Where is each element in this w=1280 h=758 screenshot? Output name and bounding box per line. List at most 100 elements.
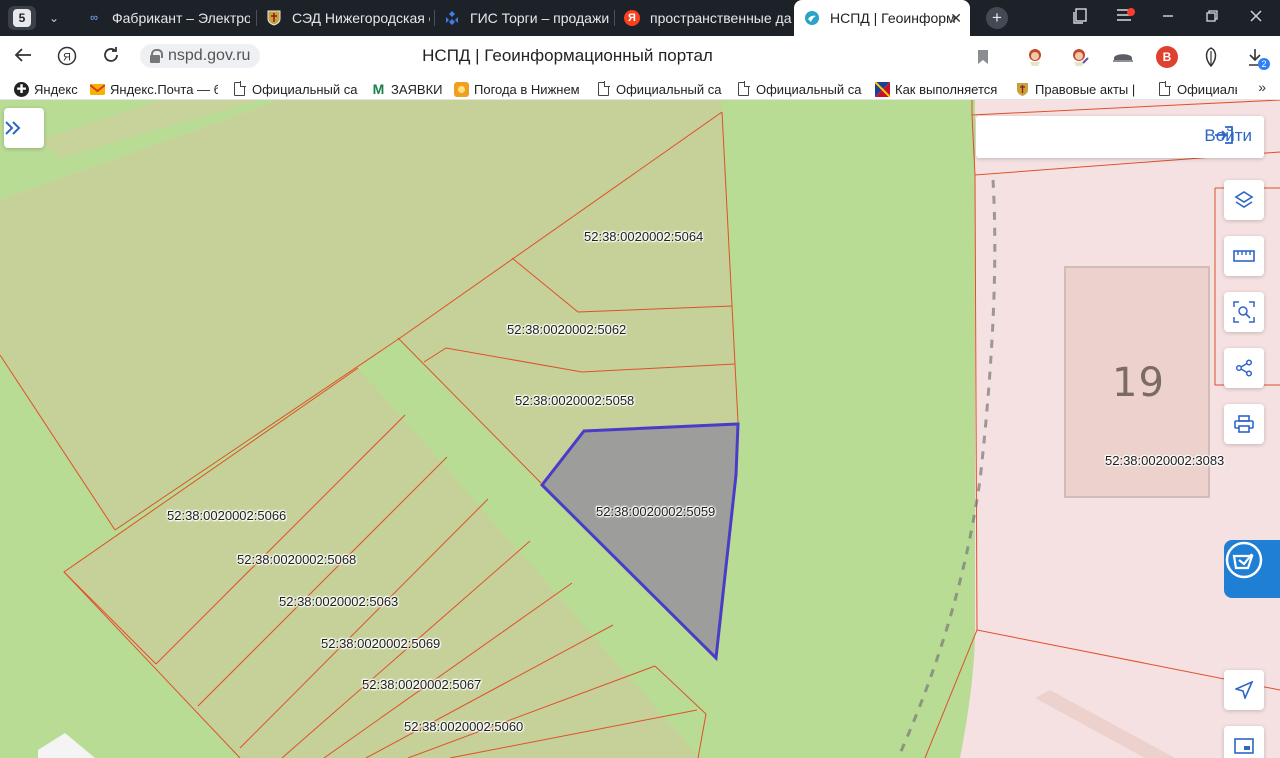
- parcel-label-5058[interactable]: 52:38:0020002:5058: [515, 393, 634, 408]
- bookmark-label: Правовые акты |: [1035, 81, 1136, 97]
- picture-in-picture-icon: [1234, 738, 1254, 754]
- tab-sed[interactable]: СЭД Нижегородская о: [258, 0, 430, 36]
- bookmarks-bar: ✚ Яндекс Яндекс.Почта — б Официальный са…: [0, 76, 1280, 100]
- road-area: [38, 733, 95, 758]
- tab-separator: [614, 10, 615, 26]
- share-icon: [1235, 359, 1253, 377]
- login-button[interactable]: Войти: [1204, 126, 1252, 146]
- parcel-label-5062[interactable]: 52:38:0020002:5062: [507, 322, 626, 337]
- expand-panel-button[interactable]: [4, 108, 44, 148]
- parcel-label-5068[interactable]: 52:38:0020002:5068: [237, 552, 356, 567]
- chevron-down-icon[interactable]: ⌄: [44, 8, 64, 28]
- bookmark-label: Официальный са: [756, 81, 862, 97]
- address-bar: Я nspd.gov.ru НСПД | Геоинформационный п…: [0, 36, 1280, 76]
- bookmark-label: Яндекс.Почта — б: [110, 81, 218, 97]
- bookmark-label: Официальный са: [616, 81, 722, 97]
- coat-of-arms-icon: [1015, 82, 1030, 97]
- bookmark-label: Как выполняется: [895, 81, 998, 97]
- login-panel: Войти: [976, 116, 1264, 158]
- bookmark-item[interactable]: Правовые акты |: [1015, 80, 1143, 98]
- locate-button[interactable]: [1224, 670, 1264, 710]
- coat-of-arms-icon: [266, 10, 282, 26]
- bookmark-item[interactable]: ✚ Яндекс: [14, 80, 84, 98]
- bookmark-label: Официальный са: [252, 81, 358, 97]
- tab-title: пространственные да: [650, 10, 792, 26]
- tab-counter-button[interactable]: 5: [8, 6, 36, 30]
- tab-yandex-spatial[interactable]: Я пространственные да: [616, 0, 792, 36]
- browser-tab-strip: 5 ⌄ ∞ Фабрикант – Электро СЭД Нижегородс…: [0, 0, 1280, 36]
- bookmark-icon[interactable]: [972, 46, 994, 68]
- new-tab-button[interactable]: +: [986, 7, 1008, 29]
- parcel-label-3083[interactable]: 52:38:0020002:3083: [1105, 453, 1224, 468]
- weather-icon: [454, 81, 469, 97]
- mail-icon: [90, 82, 105, 97]
- map-viewport[interactable]: 52:38:0020002:5064 52:38:0020002:5062 52…: [0, 100, 1280, 758]
- extension-girl-pencil-icon[interactable]: [1068, 46, 1090, 68]
- extension-v-icon[interactable]: В: [1156, 46, 1178, 68]
- bookmark-label: ЗАЯВКИ: [391, 81, 443, 97]
- parcel-label-5060[interactable]: 52:38:0020002:5060: [404, 719, 523, 734]
- tab-title: Фабрикант – Электро: [112, 10, 250, 26]
- parcel-label-5067[interactable]: 52:38:0020002:5067: [362, 677, 481, 692]
- parcel-label-5063[interactable]: 52:38:0020002:5063: [279, 594, 398, 609]
- restore-icon[interactable]: [1202, 8, 1222, 28]
- m-logo-icon: M: [372, 81, 385, 97]
- search-area-icon: [1233, 301, 1255, 323]
- parcel-label-5059[interactable]: 52:38:0020002:5059: [596, 504, 715, 519]
- infinity-icon: ∞: [90, 12, 98, 24]
- notification-dot: [1127, 8, 1135, 16]
- search-area-button[interactable]: [1224, 292, 1264, 332]
- bookmark-item[interactable]: Погода в Нижнем: [454, 80, 582, 98]
- ruler-icon: [1233, 250, 1255, 262]
- flag-icon: [875, 81, 890, 97]
- minimize-icon[interactable]: [1158, 8, 1178, 28]
- extension-leaf-icon[interactable]: [1200, 46, 1222, 68]
- ruler-button[interactable]: [1224, 236, 1264, 276]
- bookmark-item[interactable]: Официальный са: [232, 80, 358, 98]
- close-icon[interactable]: ✕: [950, 10, 962, 27]
- tab-gis-torgi[interactable]: ГИС Торги – продажи: [436, 0, 612, 36]
- emblem-icon: [444, 10, 460, 26]
- bookmark-item[interactable]: Яндекс.Почта — б: [90, 80, 218, 98]
- extension-hat-icon[interactable]: [1112, 46, 1134, 68]
- bookmark-item[interactable]: M ЗАЯВКИ: [371, 80, 447, 98]
- tab-title: НСПД | Геоинформ: [830, 10, 956, 26]
- tab-nspd-active[interactable]: НСПД | Геоинформ ✕: [794, 0, 970, 36]
- document-icon: [596, 81, 611, 97]
- login-icon: [1215, 126, 1234, 144]
- tab-count: 5: [13, 9, 31, 27]
- assistant-button[interactable]: [1224, 540, 1280, 598]
- page-title: НСПД | Геоинформационный портал: [422, 46, 713, 65]
- parcel-label-5064[interactable]: 52:38:0020002:5064: [584, 229, 703, 244]
- tab-title: ГИС Торги – продажи: [470, 10, 610, 26]
- close-window-icon[interactable]: [1246, 8, 1266, 28]
- bookmark-item[interactable]: Официальн: [1157, 80, 1237, 98]
- chevron-double-right-icon[interactable]: »: [1258, 79, 1266, 95]
- print-icon: [1234, 415, 1254, 433]
- parcel-label-5066[interactable]: 52:38:0020002:5066: [167, 508, 286, 523]
- layers-button[interactable]: [1224, 180, 1264, 220]
- bookmark-item[interactable]: Официальный са: [736, 80, 862, 98]
- print-button[interactable]: [1224, 404, 1264, 444]
- assistant-icon: [1225, 541, 1263, 579]
- parcel-label-5069[interactable]: 52:38:0020002:5069: [321, 636, 440, 651]
- picture-in-picture-button[interactable]: [1224, 726, 1264, 758]
- share-button[interactable]: [1224, 348, 1264, 388]
- extension-girl-icon[interactable]: [1024, 46, 1046, 68]
- tab-title: СЭД Нижегородская о: [292, 10, 430, 26]
- building-number: 19: [1112, 360, 1165, 406]
- yandex-plus-icon: ✚: [14, 81, 29, 97]
- bookmark-label: Погода в Нижнем: [474, 81, 580, 97]
- cadastral-map: [0, 100, 1280, 758]
- bookmark-item[interactable]: Как выполняется: [875, 80, 999, 98]
- tab-fabrikant[interactable]: ∞ Фабрикант – Электро: [78, 0, 250, 36]
- bookmark-label: Яндекс: [34, 81, 78, 97]
- bookmark-item[interactable]: Официальный са: [596, 80, 722, 98]
- tab-separator: [256, 10, 257, 26]
- yandex-icon: Я: [624, 10, 640, 26]
- document-icon: [232, 81, 247, 97]
- locate-icon: [1235, 681, 1253, 699]
- bookmark-list-icon[interactable]: [1070, 8, 1090, 28]
- document-icon: [1157, 81, 1172, 97]
- document-icon: [736, 81, 751, 97]
